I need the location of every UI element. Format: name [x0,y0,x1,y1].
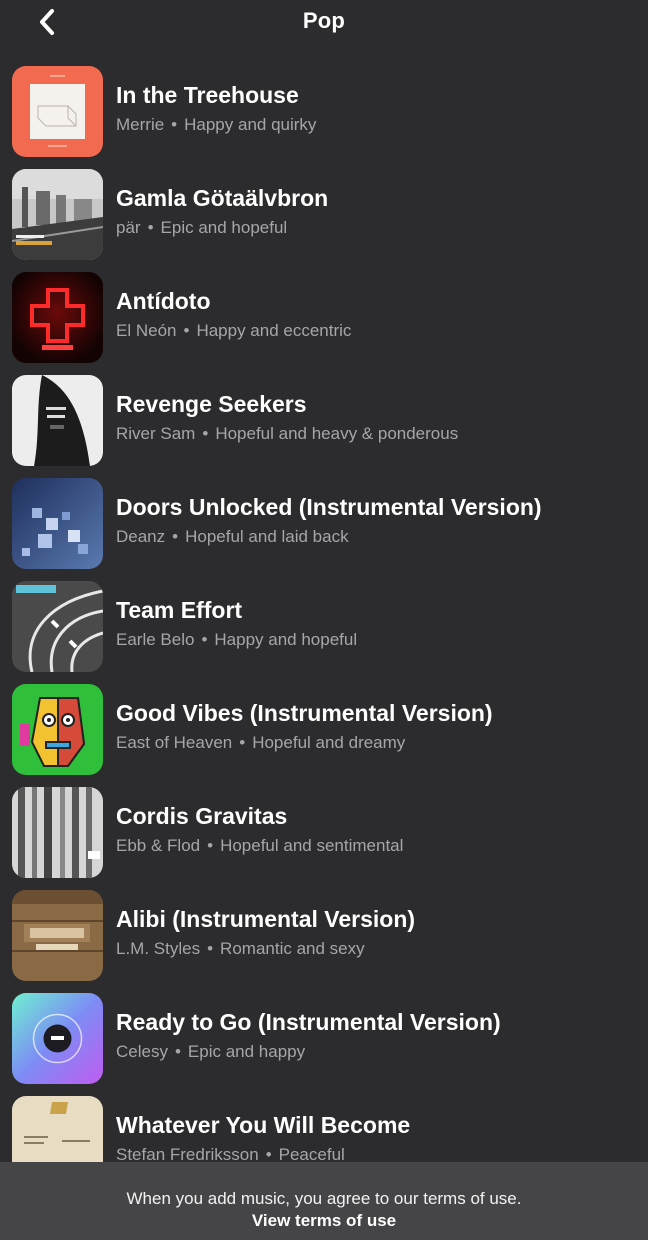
album-art [12,993,103,1084]
song-artist: East of Heaven [116,733,233,752]
song-row[interactable]: Antídoto El Neón • Happy and eccentric [0,270,648,373]
screen: Pop In the Treehouse Merrie • Happy and qu… [0,0,648,1240]
song-subtitle: Ebb & Flod • Hopeful and sentimental [116,836,404,855]
song-list: In the Treehouse Merrie • Happy and quirky [0,64,648,1197]
song-artist: L.M. Styles [116,939,201,958]
song-mood: Happy and quirky [184,115,317,134]
song-artist: Merrie [116,115,165,134]
terms-footer: When you add music, you agree to our ter… [0,1162,648,1240]
song-artist: El Neón [116,321,177,340]
song-artist: Deanz [116,527,166,546]
song-subtitle: Deanz • Hopeful and laid back [116,527,349,546]
song-title: Antídoto [116,288,211,314]
song-row[interactable]: Team Effort Earle Belo • Happy and hopeful [0,579,648,682]
song-mood: Happy and hopeful [214,630,358,649]
song-title: Ready to Go (Instrumental Version) [116,1009,501,1035]
album-art [12,684,103,775]
album-art [12,478,103,569]
album-art [12,66,103,157]
song-mood: Hopeful and dreamy [252,733,406,752]
song-mood: Epic and happy [187,1042,306,1061]
album-art [12,581,103,672]
album-art [12,890,103,981]
song-subtitle: Merrie • Happy and quirky [116,115,317,134]
song-mood: Epic and hopeful [160,218,288,237]
song-mood: Romantic and sexy [220,939,365,958]
song-title: Doors Unlocked (Instrumental Version) [116,494,542,520]
header: Pop [0,0,648,48]
album-art [12,169,103,260]
song-subtitle: Celesy • Epic and happy [116,1042,306,1061]
song-subtitle: L.M. Styles • Romantic and sexy [116,939,365,958]
page-title: Pop [302,8,346,33]
song-artist: Celesy [116,1042,168,1061]
song-mood: Hopeful and heavy & ponderous [215,424,459,443]
song-artist: pär [116,218,141,237]
view-terms-link[interactable]: View terms of use [0,1210,648,1232]
album-art [12,787,103,878]
song-mood: Hopeful and sentimental [220,836,404,855]
song-row[interactable]: Cordis Gravitas Ebb & Flod • Hopeful and s… [0,785,648,888]
song-title: In the Treehouse [116,82,299,108]
song-title: Cordis Gravitas [116,803,288,829]
song-row[interactable]: Doors Unlocked (Instrumental Version) De… [0,476,648,579]
song-title: Team Effort [116,597,243,623]
song-mood: Happy and eccentric [196,321,352,340]
song-title: Whatever You Will Become [116,1112,411,1138]
song-title: Revenge Seekers [116,391,307,417]
song-subtitle: El Neón • Happy and eccentric [116,321,352,340]
song-mood: Hopeful and laid back [185,527,349,546]
song-subtitle: Earle Belo • Happy and hopeful [116,630,358,649]
song-row[interactable]: Gamla Götaälvbron pär • Epic and hopeful [0,167,648,270]
song-artist: River Sam [116,424,196,443]
song-artist: Earle Belo [116,630,195,649]
album-art [12,375,103,466]
song-subtitle: River Sam • Hopeful and heavy & ponderous [116,424,459,443]
song-subtitle: East of Heaven • Hopeful and dreamy [116,733,406,752]
song-row[interactable]: Ready to Go (Instrumental Version) Celes… [0,991,648,1094]
song-title: Good Vibes (Instrumental Version) [116,700,493,726]
terms-notice: When you add music, you agree to our ter… [126,1189,522,1208]
album-art [12,272,103,363]
song-title: Gamla Götaälvbron [116,185,329,211]
song-row[interactable]: Revenge Seekers River Sam • Hopeful and he… [0,373,648,476]
song-row[interactable]: In the Treehouse Merrie • Happy and quirky [0,64,648,167]
song-row[interactable]: Alibi (Instrumental Version) L.M. Styles… [0,888,648,991]
song-row[interactable]: Good Vibes (Instrumental Version) East o… [0,682,648,785]
song-artist: Ebb & Flod [116,836,201,855]
song-subtitle: pär • Epic and hopeful [116,218,288,237]
song-title: Alibi (Instrumental Version) [116,906,416,932]
